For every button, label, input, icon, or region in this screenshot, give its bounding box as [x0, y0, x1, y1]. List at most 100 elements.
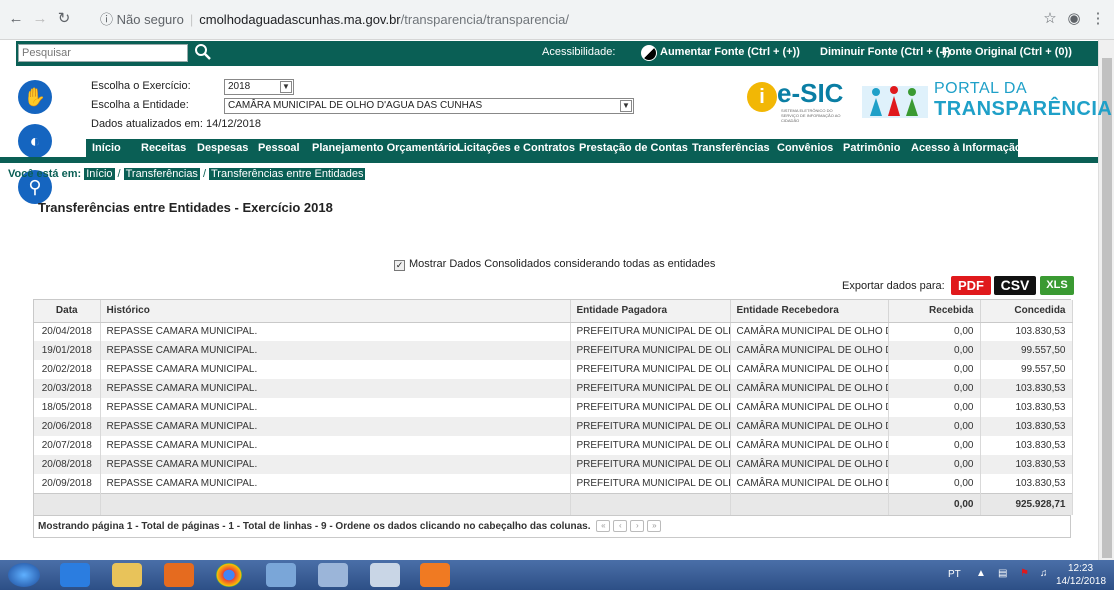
- calculator-icon[interactable]: [370, 563, 400, 587]
- cell-entidade-pagadora: PREFEITURA MUNICIPAL DE OLHO: [570, 322, 731, 341]
- menu-item-despesas[interactable]: Despesas: [197, 142, 248, 154]
- high-contrast-icon[interactable]: ◐: [18, 124, 52, 158]
- chrome-icon[interactable]: [216, 563, 242, 587]
- table-header-row: Data Histórico Entidade Pagadora Entidad…: [34, 300, 1073, 323]
- forward-icon[interactable]: →: [30, 9, 50, 29]
- url-path: /transparencia/transparencia/: [400, 12, 570, 27]
- cell-entidade-recebedora: CAMÂRA MUNICIPAL DE OLHO D'A: [730, 455, 889, 474]
- volume-icon[interactable]: ♫: [1040, 568, 1048, 579]
- info-icon[interactable]: ⓘ: [100, 12, 113, 27]
- contrast-icon[interactable]: [641, 45, 657, 61]
- network-icon[interactable]: ▤: [998, 568, 1007, 579]
- reload-icon[interactable]: ↻: [54, 9, 74, 29]
- sign-language-icon[interactable]: ✋: [18, 80, 52, 114]
- clock-time[interactable]: 12:23: [1068, 563, 1093, 574]
- last-page-icon[interactable]: »: [647, 520, 662, 533]
- profile-icon[interactable]: ◉: [1064, 9, 1084, 29]
- menu-item-receitas[interactable]: Receitas: [141, 142, 186, 154]
- paint-icon[interactable]: [266, 563, 296, 587]
- breadcrumb-label: Você está em:: [8, 168, 82, 180]
- users-icon[interactable]: [318, 563, 348, 587]
- menu-item-transferencias[interactable]: Transferências: [692, 142, 770, 154]
- search-input[interactable]: Pesquisar: [18, 44, 188, 62]
- export-xls-button[interactable]: XLS: [1040, 276, 1074, 295]
- column-header-data[interactable]: Data: [34, 300, 101, 323]
- increase-font-link[interactable]: Aumentar Fonte (Ctrl + (+)): [660, 46, 800, 58]
- menu-item-prestacao-contas[interactable]: Prestação de Contas: [579, 142, 688, 154]
- pagination-bar: Mostrando página 1 - Total de páginas - …: [34, 515, 1070, 537]
- export-csv-button[interactable]: CSV: [994, 276, 1036, 295]
- table-row[interactable]: 20/06/2018 REPASSE CAMARA MUNICIPAL. PREFE…: [34, 417, 1073, 436]
- tray-arrow-icon[interactable]: ▲: [976, 568, 986, 579]
- scrollbar-thumb[interactable]: [1102, 58, 1112, 558]
- exercise-label: Escolha o Exercício:: [91, 80, 191, 92]
- security-label: Não seguro: [116, 12, 184, 27]
- back-icon[interactable]: ←: [6, 9, 26, 29]
- cell-concedida: 103.830,53: [980, 379, 1073, 398]
- next-page-icon[interactable]: ›: [630, 520, 645, 533]
- prev-page-icon[interactable]: ‹: [613, 520, 628, 533]
- menu-item-inicio[interactable]: Início: [92, 142, 121, 154]
- column-header-entidade-recebedora[interactable]: Entidade Recebedora: [730, 300, 889, 323]
- menu-item-acesso-informacao[interactable]: Acesso à Informação: [911, 142, 1022, 154]
- chevron-down-icon: ▼: [280, 81, 292, 93]
- cell-entidade-pagadora: PREFEITURA MUNICIPAL DE OLHO: [570, 455, 731, 474]
- clock-date[interactable]: 14/12/2018: [1056, 576, 1106, 587]
- internet-explorer-icon[interactable]: [60, 563, 90, 587]
- table-row[interactable]: 20/07/2018 REPASSE CAMARA MUNICIPAL. PREFE…: [34, 436, 1073, 455]
- bookmark-star-icon[interactable]: ☆: [1040, 9, 1060, 29]
- column-header-recebida[interactable]: Recebida: [888, 300, 981, 323]
- portal-transparencia-logo[interactable]: PORTAL DA TRANSPARÊNCIA: [860, 80, 1112, 124]
- app-g-icon[interactable]: [420, 563, 450, 587]
- cell-concedida: 99.557,50: [980, 360, 1073, 379]
- menu-item-pessoal[interactable]: Pessoal: [258, 142, 300, 154]
- exercise-select[interactable]: 2018 ▼: [224, 79, 294, 95]
- cell-data: 20/07/2018: [34, 436, 101, 455]
- consolidated-checkbox[interactable]: ✓: [394, 260, 405, 271]
- transfers-table: Data Histórico Entidade Pagadora Entidad…: [33, 299, 1073, 538]
- address-bar[interactable]: ⓘ Não seguro | cmolhodaguadascunhas.ma.gov…: [100, 6, 1070, 34]
- table-row[interactable]: 20/08/2018 REPASSE CAMARA MUNICIPAL. PREFE…: [34, 455, 1073, 474]
- cell-data: 20/08/2018: [34, 455, 101, 474]
- breadcrumb-item-inicio[interactable]: Início: [84, 168, 115, 180]
- table-row[interactable]: 19/01/2018 REPASSE CAMARA MUNICIPAL. PREFE…: [34, 341, 1073, 360]
- entity-select[interactable]: CAMÂRA MUNICIPAL DE OLHO D'AGUA DAS CUNH…: [224, 98, 634, 114]
- cell-entidade-pagadora: PREFEITURA MUNICIPAL DE OLHO: [570, 379, 731, 398]
- media-player-icon[interactable]: [164, 563, 194, 587]
- language-indicator[interactable]: PT: [948, 569, 961, 580]
- table-row[interactable]: 20/09/2018 REPASSE CAMARA MUNICIPAL. PREFE…: [34, 474, 1073, 493]
- first-page-icon[interactable]: «: [596, 520, 611, 533]
- original-font-link[interactable]: Fonte Original (Ctrl + (0)): [942, 46, 1072, 58]
- decrease-font-link[interactable]: Diminuir Fonte (Ctrl + (-)): [820, 46, 950, 58]
- system-tray: PT ▲ ▤ ⚑ ♫ 12:23 14/12/2018: [940, 560, 1114, 590]
- table-row[interactable]: 20/04/2018 REPASSE CAMARA MUNICIPAL. PREFE…: [34, 322, 1073, 341]
- breadcrumb-item-current[interactable]: Transferências entre Entidades: [209, 168, 366, 180]
- chevron-down-icon: ▼: [620, 100, 632, 112]
- cell-historico: REPASSE CAMARA MUNICIPAL.: [100, 417, 571, 436]
- file-explorer-icon[interactable]: [112, 563, 142, 587]
- menu-underline: [0, 157, 1098, 163]
- menu-dots-icon[interactable]: ⋮: [1088, 9, 1108, 29]
- column-header-concedida[interactable]: Concedida: [980, 300, 1073, 323]
- esic-logo[interactable]: i e-SIC SISTEMA ELETRÔNICO DO SERVIÇO DE…: [747, 78, 847, 123]
- table-row[interactable]: 20/02/2018 REPASSE CAMARA MUNICIPAL. PREFE…: [34, 360, 1073, 379]
- export-pdf-button[interactable]: PDF: [951, 276, 991, 295]
- portal-logo-line1: PORTAL DA: [934, 80, 1028, 97]
- column-header-historico[interactable]: Histórico: [100, 300, 571, 323]
- info-logo-icon: i: [747, 82, 777, 112]
- breadcrumb-item-transferencias[interactable]: Transferências: [123, 168, 200, 180]
- action-center-icon[interactable]: ⚑: [1020, 568, 1029, 579]
- menu-item-patrimonio[interactable]: Patrimônio: [843, 142, 900, 154]
- consolidated-label: Mostrar Dados Consolidados considerando …: [409, 258, 716, 270]
- cell-recebida: 0,00: [888, 379, 981, 398]
- menu-item-convenios[interactable]: Convênios: [777, 142, 833, 154]
- menu-item-planejamento[interactable]: Planejamento Orçamentário: [312, 142, 458, 154]
- table-row[interactable]: 18/05/2018 REPASSE CAMARA MUNICIPAL. PREFE…: [34, 398, 1073, 417]
- start-button-icon[interactable]: [8, 563, 40, 587]
- column-header-entidade-pagadora[interactable]: Entidade Pagadora: [570, 300, 731, 323]
- cell-concedida: 103.830,53: [980, 474, 1073, 493]
- table-row[interactable]: 20/03/2018 REPASSE CAMARA MUNICIPAL. PREFE…: [34, 379, 1073, 398]
- consolidated-option[interactable]: ✓ Mostrar Dados Consolidados considerando…: [394, 258, 715, 271]
- menu-item-licitacoes[interactable]: Licitações e Contratos: [457, 142, 575, 154]
- search-icon[interactable]: [194, 43, 212, 61]
